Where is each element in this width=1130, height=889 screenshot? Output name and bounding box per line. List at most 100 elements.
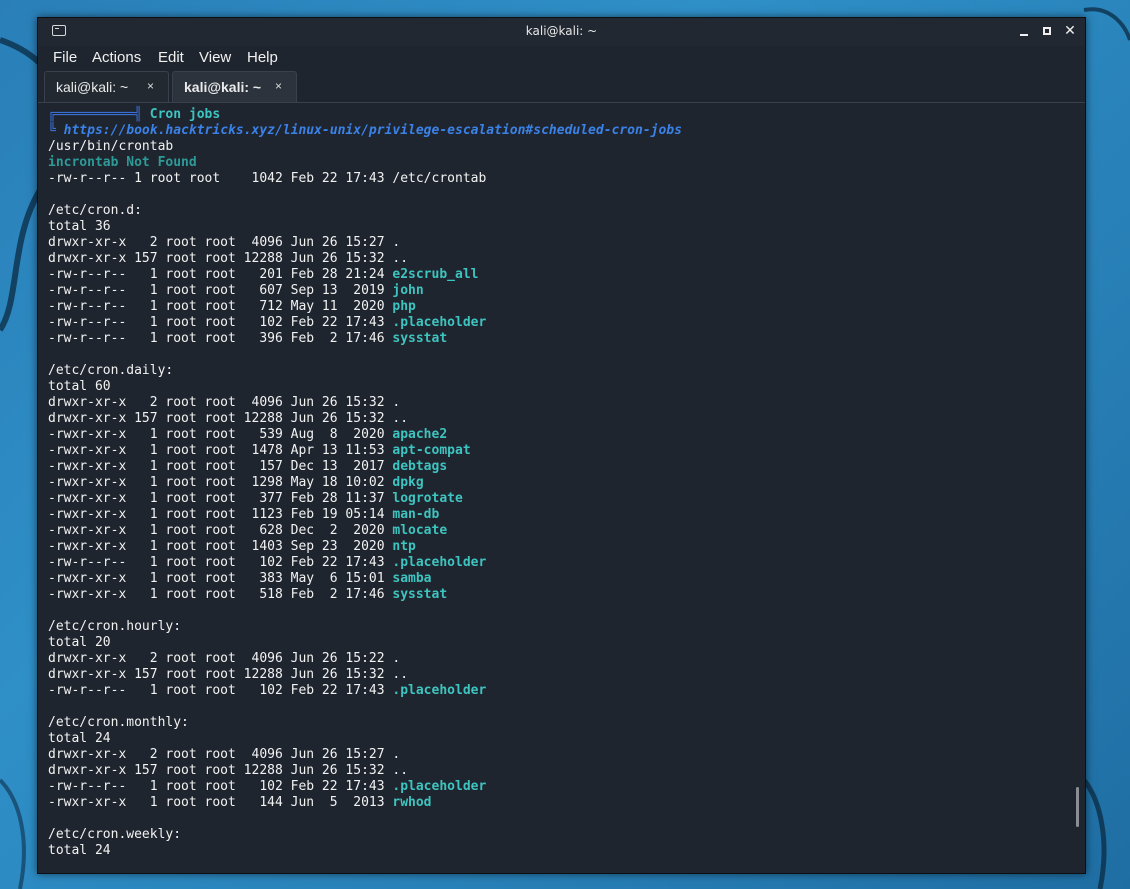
line-text: /etc/cron.daily: xyxy=(48,363,174,378)
terminal-line: drwxr-xr-x 2 root root 4096 Jun 26 15:27… xyxy=(48,235,682,251)
terminal-line: /etc/cron.hourly: xyxy=(48,619,682,635)
tab-close-icon[interactable]: × xyxy=(147,79,154,93)
maximize-icon xyxy=(1043,27,1051,35)
terminal-line: -rwxr-xr-x 1 root root 377 Feb 28 11:37 … xyxy=(48,491,682,507)
terminal-line: -rw-r--r-- 1 root root 1042 Feb 22 17:43… xyxy=(48,171,682,187)
menu-bar: File Actions Edit View Help xyxy=(38,46,1085,70)
file-name: sysstat xyxy=(392,331,448,346)
menu-actions[interactable]: Actions xyxy=(92,49,141,66)
scrollbar-thumb[interactable] xyxy=(1076,787,1079,827)
terminal-line: -rwxr-xr-x 1 root root 1403 Sep 23 2020 … xyxy=(48,539,682,555)
terminal-line: /usr/bin/crontab xyxy=(48,139,682,155)
section-header-line: ╔══════════╣ Cron jobs xyxy=(48,107,682,123)
line-text: -rwxr-xr-x 1 root root 144 Jun 5 2013 xyxy=(48,795,393,810)
menu-help[interactable]: Help xyxy=(247,49,278,66)
minimize-button[interactable] xyxy=(1015,22,1033,40)
line-text: -rwxr-xr-x 1 root root 1123 Feb 19 05:14 xyxy=(48,507,393,522)
tab-terminal-2[interactable]: kali@kali: ~ × xyxy=(172,71,297,102)
tab-terminal-1[interactable]: kali@kali: ~ × xyxy=(44,71,169,102)
terminal-line: -rw-r--r-- 1 root root 102 Feb 22 17:43 … xyxy=(48,779,682,795)
line-text: -rw-r--r-- 1 root root 396 Feb 2 17:46 xyxy=(48,331,393,346)
file-name: dpkg xyxy=(392,475,424,490)
terminal-line: drwxr-xr-x 2 root root 4096 Jun 26 15:22… xyxy=(48,651,682,667)
file-name: john xyxy=(392,283,424,298)
line-text: /etc/cron.monthly: xyxy=(48,715,189,730)
scrollbar[interactable] xyxy=(1073,103,1085,872)
menu-edit[interactable]: Edit xyxy=(158,49,184,66)
file-name: e2scrub_all xyxy=(392,267,479,282)
line-text: -rw-r--r-- 1 root root 201 Feb 28 21:24 xyxy=(48,267,393,282)
file-name: logrotate xyxy=(392,491,463,506)
terminal-line: -rw-r--r-- 1 root root 102 Feb 22 17:43 … xyxy=(48,683,682,699)
line-text: drwxr-xr-x 157 root root 12288 Jun 26 15… xyxy=(48,667,409,682)
close-icon: ✕ xyxy=(1064,23,1076,39)
file-name: debtags xyxy=(392,459,448,474)
file-name: samba xyxy=(392,571,432,586)
terminal-line: drwxr-xr-x 157 root root 12288 Jun 26 15… xyxy=(48,251,682,267)
line-text: -rwxr-xr-x 1 root root 1298 May 18 10:02 xyxy=(48,475,393,490)
terminal-line: drwxr-xr-x 157 root root 12288 Jun 26 15… xyxy=(48,667,682,683)
terminal-line: -rwxr-xr-x 1 root root 383 May 6 15:01 s… xyxy=(48,571,682,587)
line-text: drwxr-xr-x 157 root root 12288 Jun 26 15… xyxy=(48,411,409,426)
terminal-line: -rwxr-xr-x 1 root root 157 Dec 13 2017 d… xyxy=(48,459,682,475)
file-name: mlocate xyxy=(392,523,448,538)
terminal-line: -rwxr-xr-x 1 root root 144 Jun 5 2013 rw… xyxy=(48,795,682,811)
file-name: .placeholder xyxy=(392,315,487,330)
menu-view[interactable]: View xyxy=(199,49,231,66)
terminal-line: -rw-r--r-- 1 root root 102 Feb 22 17:43 … xyxy=(48,555,682,571)
file-name: .placeholder xyxy=(392,779,487,794)
file-name: .placeholder xyxy=(392,555,487,570)
hacktricks-link[interactable]: https://book.hacktricks.xyz/linux-unix/p… xyxy=(64,123,682,138)
line-text: /usr/bin/crontab xyxy=(48,139,174,154)
line-text: /etc/cron.weekly: xyxy=(48,827,182,842)
line-text: -rwxr-xr-x 1 root root 1478 Apr 13 11:53 xyxy=(48,443,393,458)
box-border: ╚ xyxy=(48,123,64,138)
line-text: -rw-r--r-- 1 root root 607 Sep 13 2019 xyxy=(48,283,393,298)
tab-close-icon[interactable]: × xyxy=(275,79,282,93)
terminal-line: drwxr-xr-x 157 root root 12288 Jun 26 15… xyxy=(48,411,682,427)
line-text: total 20 xyxy=(48,635,111,650)
title-bar[interactable]: kali@kali: ~ ✕ xyxy=(38,18,1085,46)
menu-file[interactable]: File xyxy=(53,49,77,66)
line-text: -rw-r--r-- 1 root root 1042 Feb 22 17:43… xyxy=(48,171,487,186)
terminal-line: /etc/cron.d: xyxy=(48,203,682,219)
line-text: total 24 xyxy=(48,843,111,858)
line-text: -rwxr-xr-x 1 root root 383 May 6 15:01 xyxy=(48,571,393,586)
terminal-line: -rwxr-xr-x 1 root root 518 Feb 2 17:46 s… xyxy=(48,587,682,603)
file-name: sysstat xyxy=(392,587,448,602)
tab-bar: kali@kali: ~ × kali@kali: ~ × xyxy=(38,70,1085,103)
file-name: apache2 xyxy=(392,427,448,442)
close-button[interactable]: ✕ xyxy=(1061,22,1079,40)
file-name: ntp xyxy=(392,539,416,554)
terminal-output[interactable]: ╔══════════╣ Cron jobs ╚ https://book.ha… xyxy=(38,103,1073,872)
file-name: php xyxy=(392,299,416,314)
line-text: -rw-r--r-- 1 root root 102 Feb 22 17:43 xyxy=(48,315,393,330)
line-text: /etc/cron.hourly: xyxy=(48,619,182,634)
terminal-window: kali@kali: ~ ✕ File Actions Edit View He… xyxy=(37,17,1086,874)
terminal-line: total 24 xyxy=(48,731,682,747)
terminal-lines: ╔══════════╣ Cron jobs ╚ https://book.ha… xyxy=(48,107,682,859)
line-text: total 24 xyxy=(48,731,111,746)
terminal-line: total 60 xyxy=(48,379,682,395)
line-text: drwxr-xr-x 157 root root 12288 Jun 26 15… xyxy=(48,251,409,266)
line-text: -rw-r--r-- 1 root root 102 Feb 22 17:43 xyxy=(48,683,393,698)
tab-label: kali@kali: ~ xyxy=(56,79,129,95)
terminal-line: -rwxr-xr-x 1 root root 539 Aug 8 2020 ap… xyxy=(48,427,682,443)
file-name: .placeholder xyxy=(392,683,487,698)
terminal-line: drwxr-xr-x 157 root root 12288 Jun 26 15… xyxy=(48,763,682,779)
section-title: Cron jobs xyxy=(141,107,221,122)
window-title: kali@kali: ~ xyxy=(525,24,598,38)
terminal-line: -rwxr-xr-x 1 root root 1478 Apr 13 11:53… xyxy=(48,443,682,459)
maximize-button[interactable] xyxy=(1038,22,1056,40)
terminal-line: /etc/cron.monthly: xyxy=(48,715,682,731)
line-text: drwxr-xr-x 2 root root 4096 Jun 26 15:32… xyxy=(48,395,401,410)
tab-label: kali@kali: ~ xyxy=(184,79,262,95)
terminal-line: -rw-r--r-- 1 root root 607 Sep 13 2019 j… xyxy=(48,283,682,299)
line-text: -rw-r--r-- 1 root root 102 Feb 22 17:43 xyxy=(48,779,393,794)
terminal-line: -rw-r--r-- 1 root root 712 May 11 2020 p… xyxy=(48,299,682,315)
terminal-line: -rwxr-xr-x 1 root root 1298 May 18 10:02… xyxy=(48,475,682,491)
